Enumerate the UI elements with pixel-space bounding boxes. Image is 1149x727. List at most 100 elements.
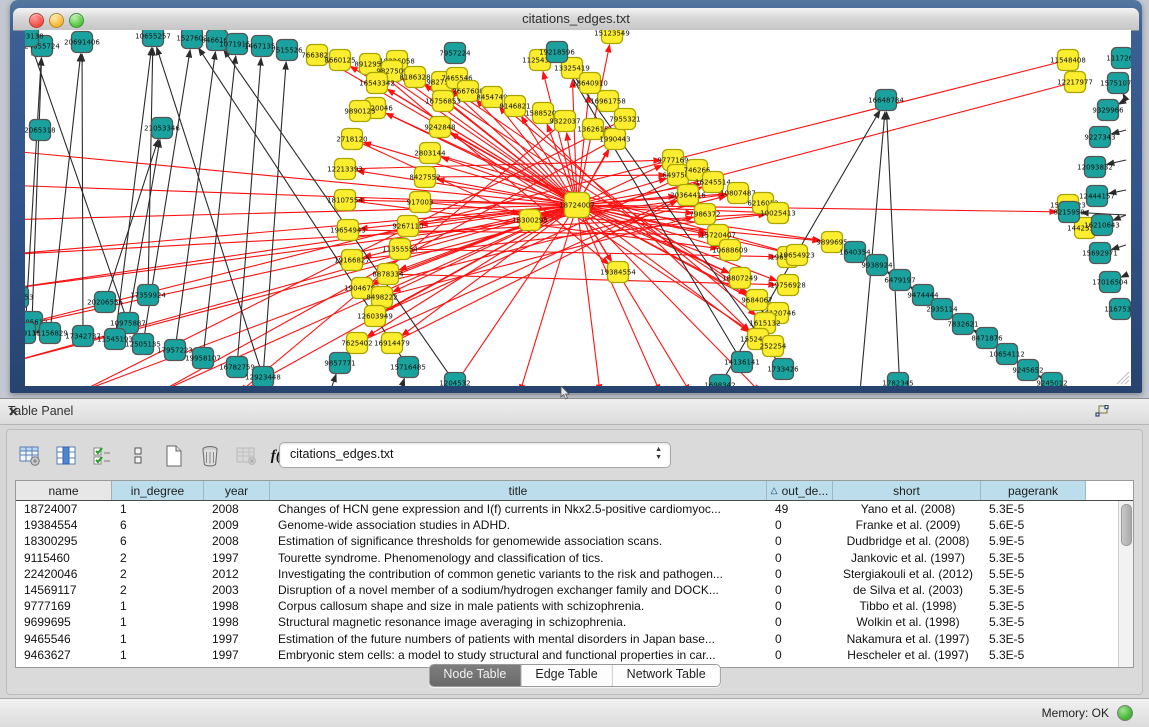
table-cell[interactable]: 0 bbox=[767, 614, 833, 630]
column-header-year[interactable]: year bbox=[204, 481, 270, 500]
network-graph[interactable]: 1872400776638228660125891295418226058982… bbox=[25, 30, 1131, 386]
table-cell[interactable]: 1 bbox=[112, 614, 204, 630]
resize-grip-icon[interactable] bbox=[1114, 369, 1130, 385]
table-cell[interactable]: 6 bbox=[112, 533, 204, 549]
table-cell[interactable]: 5.3E-5 bbox=[981, 598, 1086, 614]
scrollbar-thumb[interactable] bbox=[1121, 504, 1132, 546]
table-body[interactable]: 1872400712008Changes of HCN gene express… bbox=[16, 501, 1119, 667]
table-cell[interactable]: 1 bbox=[112, 501, 204, 517]
graph-edge[interactable] bbox=[148, 48, 153, 295]
table-cell[interactable]: 2 bbox=[112, 582, 204, 598]
table-cell[interactable]: 1997 bbox=[204, 631, 270, 647]
table-cell[interactable]: 2 bbox=[112, 566, 204, 582]
table-cell[interactable]: Nakamura et al. (1997) bbox=[833, 631, 981, 647]
table-cell[interactable]: 19384554 bbox=[16, 517, 112, 533]
table-cell[interactable]: Jankovic et al. (1997) bbox=[833, 550, 981, 566]
tab-network-table[interactable]: Network Table bbox=[613, 665, 720, 686]
table-cell[interactable]: 1998 bbox=[204, 614, 270, 630]
graph-edge[interactable] bbox=[237, 58, 261, 367]
table-cell[interactable]: 9777169 bbox=[16, 598, 112, 614]
table-cell[interactable]: 9463627 bbox=[16, 647, 112, 663]
table-cell[interactable]: de Silva et al. (2003) bbox=[833, 582, 981, 598]
table-cell[interactable]: Tibbo et al. (1998) bbox=[833, 598, 981, 614]
table-row[interactable]: 911546021997Tourette syndrome. Phenomeno… bbox=[16, 550, 1119, 566]
table-cell[interactable]: 1997 bbox=[204, 647, 270, 663]
column-header-pagerank[interactable]: pagerank bbox=[981, 481, 1086, 500]
graph-edge[interactable] bbox=[1118, 100, 1126, 104]
table-cell[interactable]: 2012 bbox=[204, 566, 270, 582]
graph-edge[interactable] bbox=[25, 185, 577, 205]
graph-edge[interactable] bbox=[175, 52, 215, 350]
table-cell[interactable]: 2008 bbox=[204, 533, 270, 549]
table-row[interactable]: 1456911722003Disruption of a novel membe… bbox=[16, 582, 1119, 598]
table-row[interactable]: 2242004622012Investigating the contribut… bbox=[16, 566, 1119, 582]
table-cell[interactable]: 49 bbox=[767, 501, 833, 517]
table-cell[interactable]: 0 bbox=[767, 631, 833, 647]
rows-icon[interactable] bbox=[125, 443, 151, 469]
table-cell[interactable]: 9465546 bbox=[16, 631, 112, 647]
table-cell[interactable]: Changes of HCN gene expression and I(f) … bbox=[270, 501, 767, 517]
table-cell[interactable]: 1 bbox=[112, 598, 204, 614]
graph-edge[interactable] bbox=[887, 112, 900, 386]
graph-edge[interactable] bbox=[400, 378, 404, 386]
table-settings-icon[interactable] bbox=[17, 443, 43, 469]
graph-edge[interactable] bbox=[330, 374, 336, 386]
column-select-icon[interactable] bbox=[53, 443, 79, 469]
graph-edge[interactable] bbox=[1123, 94, 1126, 100]
table-cell[interactable]: 6 bbox=[112, 517, 204, 533]
table-cell[interactable]: 0 bbox=[767, 598, 833, 614]
table-cell[interactable]: 0 bbox=[767, 566, 833, 582]
table-cell[interactable]: 1 bbox=[112, 647, 204, 663]
graph-edge[interactable] bbox=[402, 205, 577, 336]
table-cell[interactable]: Wolkin et al. (1998) bbox=[833, 614, 981, 630]
graph-edge[interactable] bbox=[450, 133, 577, 205]
table-row[interactable]: 946362711997Embryonic stem cells: a mode… bbox=[16, 647, 1119, 663]
table-cell[interactable]: 1998 bbox=[204, 598, 270, 614]
table-cell[interactable]: 1997 bbox=[204, 550, 270, 566]
table-cell[interactable]: 5.3E-5 bbox=[981, 614, 1086, 630]
table-panel-titlebar[interactable]: Table Panel ✕ bbox=[0, 399, 1149, 425]
column-header-name[interactable]: name bbox=[16, 481, 112, 500]
table-cell[interactable]: Disruption of a novel member of a sodium… bbox=[270, 582, 767, 598]
graph-edge[interactable] bbox=[50, 54, 81, 333]
table-row[interactable]: 1872400712008Changes of HCN gene express… bbox=[16, 501, 1119, 517]
table-header-row[interactable]: namein_degreeyeartitle△out_de...shortpag… bbox=[16, 481, 1133, 501]
table-row[interactable]: 1830029562008Estimation of significance … bbox=[16, 533, 1119, 549]
graph-edge[interactable] bbox=[1113, 215, 1126, 220]
table-cell[interactable]: 5.9E-5 bbox=[981, 533, 1086, 549]
table-cell[interactable]: 1 bbox=[112, 631, 204, 647]
table-cell[interactable]: Structural magnetic resonance image aver… bbox=[270, 614, 767, 630]
graph-edge[interactable] bbox=[32, 47, 128, 323]
table-cell[interactable]: 5.3E-5 bbox=[981, 550, 1086, 566]
table-cell[interactable]: 0 bbox=[767, 533, 833, 549]
table-cell[interactable]: 5.5E-5 bbox=[981, 566, 1086, 582]
column-header-short[interactable]: short bbox=[833, 481, 981, 500]
table-row[interactable]: 977716911998Corpus callosum shape and si… bbox=[16, 598, 1119, 614]
table-cell[interactable]: 0 bbox=[767, 517, 833, 533]
table-cell[interactable]: 0 bbox=[767, 582, 833, 598]
table-cell[interactable]: 18724007 bbox=[16, 501, 112, 517]
table-cell[interactable]: 5.3E-5 bbox=[981, 582, 1086, 598]
tab-edge-table[interactable]: Edge Table bbox=[521, 665, 612, 686]
column-header-title[interactable]: title bbox=[270, 481, 767, 500]
column-header-in-degree[interactable]: in_degree bbox=[112, 481, 204, 500]
table-cell[interactable]: 5.3E-5 bbox=[981, 647, 1086, 663]
table-cell[interactable]: Dudbridge et al. (2008) bbox=[833, 533, 981, 549]
network-window-titlebar[interactable]: citations_edges.txt bbox=[13, 8, 1139, 31]
table-cell[interactable]: 5.3E-5 bbox=[981, 501, 1086, 517]
table-cell[interactable]: 14569117 bbox=[16, 582, 112, 598]
table-cell[interactable]: 2 bbox=[112, 550, 204, 566]
graph-edge[interactable] bbox=[1121, 275, 1126, 277]
table-cell[interactable]: Genome-wide association studies in ADHD. bbox=[270, 517, 767, 533]
graph-edge[interactable] bbox=[224, 50, 455, 383]
table-cell[interactable]: Embryonic stem cells: a model to study s… bbox=[270, 647, 767, 663]
table-cell[interactable]: Estimation of the future numbers of pati… bbox=[270, 631, 767, 647]
table-selector-dropdown[interactable]: citations_edges.txt ▲▼ bbox=[279, 442, 671, 468]
table-cell[interactable]: Tourette syndrome. Phenomenology and cla… bbox=[270, 550, 767, 566]
table-cell[interactable]: Investigating the contribution of common… bbox=[270, 566, 767, 582]
network-canvas[interactable]: 1872400776638228660125891295418226058982… bbox=[25, 30, 1131, 386]
import-table-icon[interactable] bbox=[233, 443, 259, 469]
trash-icon[interactable] bbox=[197, 443, 223, 469]
tab-node-table[interactable]: Node Table bbox=[429, 665, 521, 686]
graph-edge[interactable] bbox=[105, 139, 158, 302]
